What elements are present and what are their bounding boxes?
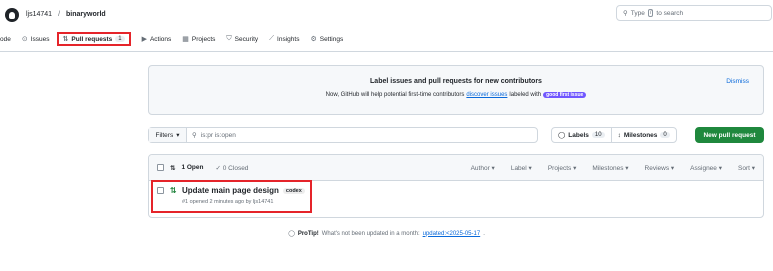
tab-projects[interactable]: ▦ Projects: [182, 35, 216, 44]
tab-actions-label: Actions: [149, 35, 172, 43]
shield-icon: ⛉: [226, 35, 232, 42]
pr-highlight-box: [151, 180, 312, 213]
projects-dropdown-label: Projects: [547, 164, 572, 172]
milestones-label: Milestones: [623, 131, 658, 139]
assignee-dropdown-label: Assignee: [690, 164, 717, 172]
tabs-divider: [0, 51, 773, 52]
breadcrumb-owner[interactable]: ljs14741: [26, 11, 52, 18]
pr-search-query: is:pr is:open: [200, 131, 236, 139]
banner-sub-prefix: Now, GitHub will help potential first-ti…: [325, 92, 465, 98]
banner-title: Label issues and pull requests for new c…: [370, 78, 542, 85]
graph-icon: ⟋: [269, 35, 275, 42]
chevron-down-icon: ▾: [176, 132, 180, 139]
closed-filter-label: 0 Closed: [222, 164, 249, 172]
labels-button[interactable]: ◯ Labels 10: [552, 128, 611, 142]
closed-filter-link[interactable]: ✓ 0 Closed: [216, 164, 249, 172]
assignee-dropdown[interactable]: Assignee ▾: [690, 164, 722, 172]
labels-milestones-group: ◯ Labels 10 ↕ Milestones 0: [551, 127, 677, 143]
pr-search-input[interactable]: ⚲ is:pr is:open: [187, 131, 236, 140]
protip-end: .: [483, 230, 485, 237]
banner-subtitle: Now, GitHub will help potential first-ti…: [149, 92, 763, 98]
projects-dropdown[interactable]: Projects ▾: [548, 164, 577, 172]
sort-dropdown[interactable]: Sort ▾: [738, 164, 755, 172]
milestones-count: 0: [660, 132, 670, 138]
tab-security[interactable]: ⛉ Security: [226, 35, 258, 43]
tab-pull-requests[interactable]: ⇅ Pull requests 1: [56, 32, 131, 46]
tab-settings[interactable]: ⚙ Settings: [310, 35, 344, 44]
filters-label: Filters: [155, 131, 174, 139]
breadcrumb: ljs14741 / binaryworld: [26, 11, 106, 18]
new-pull-request-button[interactable]: New pull request: [695, 127, 764, 143]
table-icon: ▦: [182, 36, 189, 43]
tab-actions[interactable]: ▶ Actions: [141, 35, 172, 44]
tab-issues[interactable]: ⊙ Issues: [21, 35, 50, 44]
reviews-dropdown[interactable]: Reviews ▾: [645, 164, 675, 172]
search-prefix: Type: [630, 9, 645, 17]
github-logo-icon[interactable]: [5, 8, 19, 22]
tab-projects-label: Projects: [191, 35, 216, 43]
open-filter-link[interactable]: 1 Open: [181, 164, 203, 171]
author-dropdown-label: Author: [470, 164, 490, 172]
list-header: ⇅ 1 Open ✓ 0 Closed Author ▾ Label ▾ Pro…: [149, 155, 763, 181]
tab-issues-label: Issues: [30, 35, 50, 43]
tab-insights[interactable]: ⟋ Insights: [269, 35, 299, 43]
play-icon: ▶: [141, 36, 147, 43]
search-shortcut-key: /: [647, 9, 654, 17]
filter-bar: Filters ▾ ⚲ is:pr is:open: [148, 127, 538, 143]
milestone-icon: ↕: [617, 131, 621, 139]
git-pull-request-icon: ⇅: [170, 164, 176, 172]
label-dropdown-label: Label: [510, 164, 527, 172]
milestones-dropdown[interactable]: Milestones ▾: [592, 164, 628, 172]
good-first-issue-label[interactable]: good first issue: [543, 92, 587, 98]
protip: ◯ ProTip! What's not been updated in a m…: [0, 230, 773, 238]
tag-icon: ◯: [558, 132, 566, 139]
tab-code[interactable]: ode: [0, 36, 11, 43]
git-pull-request-icon: ⇅: [62, 36, 69, 43]
protip-strong: ProTip!: [297, 230, 319, 237]
reviews-dropdown-label: Reviews: [644, 164, 670, 172]
filters-dropdown[interactable]: Filters ▾: [149, 128, 187, 142]
breadcrumb-separator: /: [58, 11, 61, 18]
author-dropdown[interactable]: Author ▾: [471, 164, 495, 172]
milestones-dropdown-label: Milestones: [592, 164, 624, 172]
breadcrumb-repo[interactable]: binaryworld: [66, 11, 106, 18]
tab-insights-label: Insights: [277, 35, 300, 43]
labels-count: 10: [591, 132, 605, 138]
lightbulb-icon: ◯: [288, 231, 295, 237]
tab-pull-requests-label: Pull requests: [71, 35, 113, 43]
select-all-checkbox[interactable]: [157, 164, 164, 171]
protip-link[interactable]: updated:<2025-05-17: [423, 231, 481, 237]
tab-settings-label: Settings: [319, 35, 344, 43]
discover-issues-link[interactable]: discover issues: [466, 92, 507, 98]
tab-code-label: ode: [0, 35, 11, 43]
protip-text: What's not been updated in a month:: [321, 230, 420, 237]
gear-icon: ⚙: [310, 36, 317, 43]
label-dropdown[interactable]: Label ▾: [511, 164, 532, 172]
list-header-filters: Author ▾ Label ▾ Projects ▾ Milestones ▾…: [471, 164, 755, 172]
sort-dropdown-label: Sort: [738, 164, 750, 172]
dismiss-button[interactable]: Dismiss: [726, 78, 749, 85]
contributors-banner: Label issues and pull requests for new c…: [148, 65, 764, 115]
search-icon: ⚲: [192, 132, 197, 139]
list-header-left: ⇅ 1 Open ✓ 0 Closed: [157, 164, 248, 172]
tab-security-label: Security: [234, 35, 259, 43]
banner-sub-suffix: labeled with: [509, 92, 542, 98]
issue-opened-icon: ⊙: [21, 36, 28, 43]
tab-pull-requests-count: 1: [115, 36, 125, 42]
milestones-button[interactable]: ↕ Milestones 0: [610, 128, 676, 142]
repo-tabs: ode ⊙ Issues ⇅ Pull requests 1 ▶ Actions…: [0, 31, 354, 47]
search-suffix: to search: [656, 9, 684, 17]
labels-label: Labels: [568, 131, 589, 139]
search-icon: ⚲: [623, 10, 628, 17]
global-search-input[interactable]: ⚲ Type / to search: [616, 5, 772, 21]
